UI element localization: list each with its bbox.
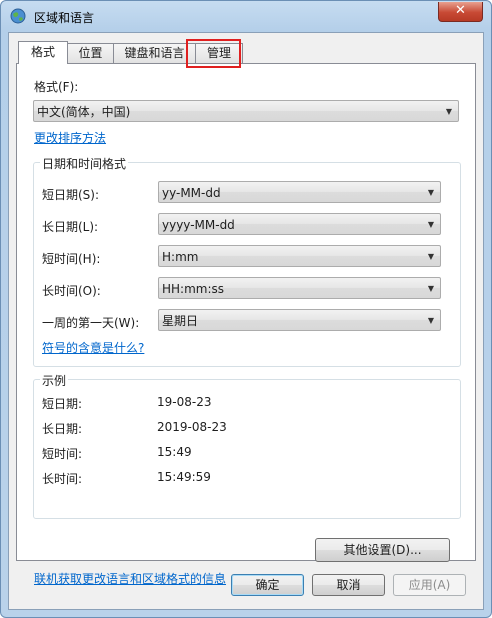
long-date-label: 长日期(L): — [42, 220, 99, 234]
chevron-down-icon: ▼ — [427, 284, 434, 293]
example-short-time-label: 短时间: — [42, 447, 83, 461]
example-long-date-value: 2019-08-23 — [157, 420, 227, 434]
format-dropdown[interactable]: 中文(简体，中国) ▼ — [33, 100, 459, 122]
long-time-value: HH:mm:ss — [162, 282, 225, 296]
chevron-down-icon: ▼ — [427, 252, 434, 261]
example-long-time-value: 15:49:59 — [157, 470, 211, 484]
change-sort-link[interactable]: 更改排序方法 — [34, 129, 106, 146]
example-group: 示例 短日期: 19-08-23 长日期: 2019-08-23 短时间: 15… — [33, 372, 461, 519]
short-date-value: yy-MM-dd — [162, 186, 221, 200]
tab-administrative[interactable]: 管理 — [195, 43, 243, 63]
short-time-dropdown[interactable]: H:mm ▼ — [158, 245, 441, 267]
example-short-date-value: 19-08-23 — [157, 395, 212, 409]
tab-format[interactable]: 格式 — [18, 41, 68, 64]
apply-button[interactable]: 应用(A) — [393, 574, 466, 596]
short-date-dropdown[interactable]: yy-MM-dd ▼ — [158, 181, 441, 203]
other-settings-button[interactable]: 其他设置(D)... — [315, 538, 450, 562]
datetime-format-group: 日期和时间格式 短日期(S): yy-MM-dd ▼ 长日期(L): yyyy-… — [33, 155, 461, 367]
close-button[interactable]: ✕ — [438, 2, 483, 22]
first-day-dropdown[interactable]: 星期日 ▼ — [158, 309, 441, 331]
short-time-value: H:mm — [162, 250, 199, 264]
chevron-down-icon: ▼ — [427, 316, 434, 325]
first-day-value: 星期日 — [162, 314, 199, 328]
ok-button[interactable]: 确定 — [231, 574, 304, 596]
cancel-button[interactable]: 取消 — [312, 574, 385, 596]
datetime-group-title: 日期和时间格式 — [40, 155, 129, 172]
first-day-label: 一周的第一天(W): — [42, 316, 140, 330]
chevron-down-icon: ▼ — [427, 220, 434, 229]
format-label: 格式(F): — [34, 80, 79, 94]
tab-keyboards-languages[interactable]: 键盘和语言 — [113, 43, 196, 63]
window-title: 区域和语言 — [34, 11, 95, 25]
example-short-date-label: 短日期: — [42, 397, 83, 411]
example-group-title: 示例 — [40, 372, 69, 389]
format-tab-panel: 格式(F): 中文(简体，中国) ▼ 更改排序方法 日期和时间格式 短日期(S)… — [16, 63, 476, 586]
example-short-time-value: 15:49 — [157, 445, 192, 459]
title-bar[interactable]: 区域和语言 ✕ — [1, 1, 491, 33]
online-info-link[interactable]: 联机获取更改语言和区域格式的信息 — [34, 570, 226, 587]
dialog-body: 格式 位置 键盘和语言 管理 格式(F): 中文(简体，中国) ▼ 更改排序方法… — [8, 32, 484, 610]
long-date-value: yyyy-MM-dd — [162, 218, 235, 232]
long-date-dropdown[interactable]: yyyy-MM-dd ▼ — [158, 213, 441, 235]
dialog-window: 区域和语言 ✕ 格式 位置 键盘和语言 管理 格式(F): 中文(简体，中国) … — [0, 0, 492, 618]
short-time-label: 短时间(H): — [42, 252, 101, 266]
format-value: 中文(简体，中国) — [37, 105, 131, 119]
tab-location[interactable]: 位置 — [67, 43, 114, 63]
example-long-date-label: 长日期: — [42, 422, 83, 436]
chevron-down-icon: ▼ — [427, 188, 434, 197]
chevron-down-icon: ▼ — [445, 107, 452, 116]
long-time-label: 长时间(O): — [42, 284, 101, 298]
symbols-meaning-link[interactable]: 符号的含意是什么? — [42, 339, 144, 356]
example-long-time-label: 长时间: — [42, 472, 83, 486]
globe-icon — [10, 8, 26, 24]
short-date-label: 短日期(S): — [42, 188, 100, 202]
long-time-dropdown[interactable]: HH:mm:ss ▼ — [158, 277, 441, 299]
